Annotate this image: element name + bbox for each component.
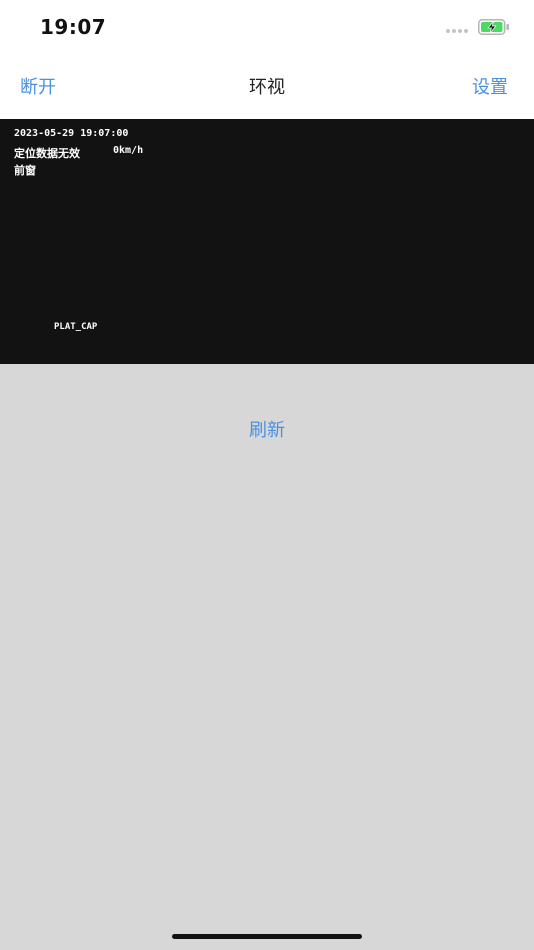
refresh-button[interactable]: 刷新: [0, 416, 534, 442]
plate-caption-text: PLAT_CAP: [54, 322, 98, 332]
battery-charging-icon: [478, 19, 509, 35]
page-title: 环视: [249, 77, 285, 98]
signal-icon: [446, 29, 472, 35]
status-time: 19:07: [40, 15, 107, 39]
home-indicator[interactable]: [172, 934, 362, 939]
speed-text: 0km/h: [113, 145, 144, 156]
video-timestamp: 2023-05-29 19:07:00: [14, 128, 129, 139]
settings-button[interactable]: 设置: [472, 73, 508, 99]
camera-video-view[interactable]: 2023-05-29 19:07:00 定位数据无效 0km/h 前窗 PLAT…: [0, 119, 534, 364]
camera-name-text: 前窗: [14, 164, 36, 177]
navigation-bar: 断开 环视 设置: [0, 56, 534, 119]
gps-status-text: 定位数据无效: [14, 147, 80, 160]
status-bar: 19:07: [0, 0, 534, 56]
